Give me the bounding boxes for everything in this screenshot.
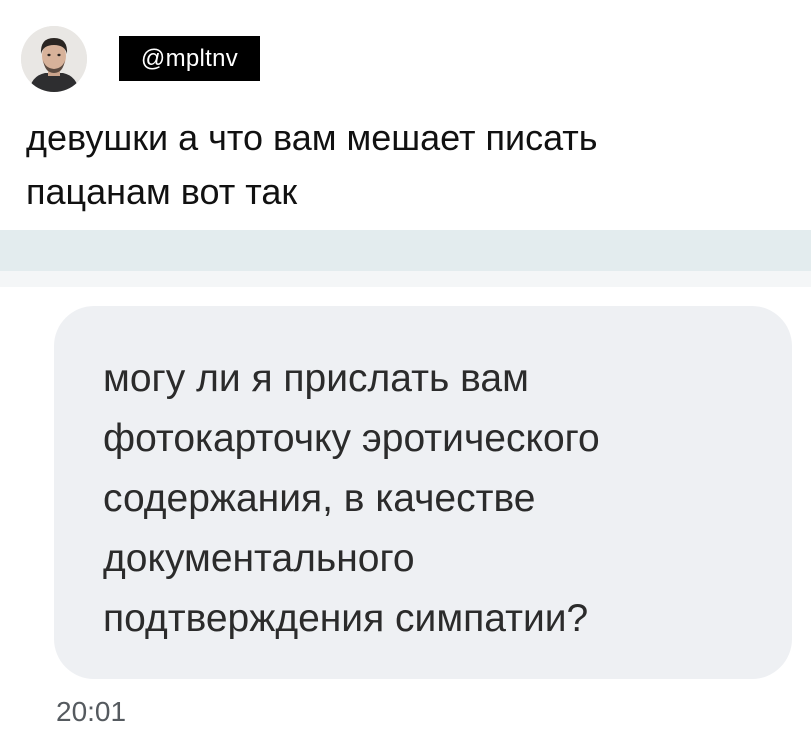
avatar[interactable] — [21, 26, 87, 92]
separator-band — [0, 230, 811, 271]
message-text-line: документального — [103, 537, 415, 580]
post-text: девушки а что вам мешает писать пацанам … — [26, 111, 786, 219]
separator-shadow — [0, 271, 811, 287]
message-text-line: могу ли я прислать вам — [103, 357, 529, 400]
post-text-line: девушки а что вам мешает писать — [26, 117, 598, 158]
message-text-line: подтверждения симпатии? — [103, 597, 589, 640]
message-text-line: содержания, в качестве — [103, 477, 536, 520]
avatar-portrait — [21, 26, 87, 92]
post-text-line: пацанам вот так — [26, 171, 298, 212]
message-text: могу ли я прислать вам фотокарточку эрот… — [103, 349, 783, 649]
message-text-line: фотокарточку эротического — [103, 417, 600, 460]
message-timestamp: 20:01 — [56, 696, 127, 727]
username-badge[interactable]: @mpltnv — [119, 36, 260, 81]
